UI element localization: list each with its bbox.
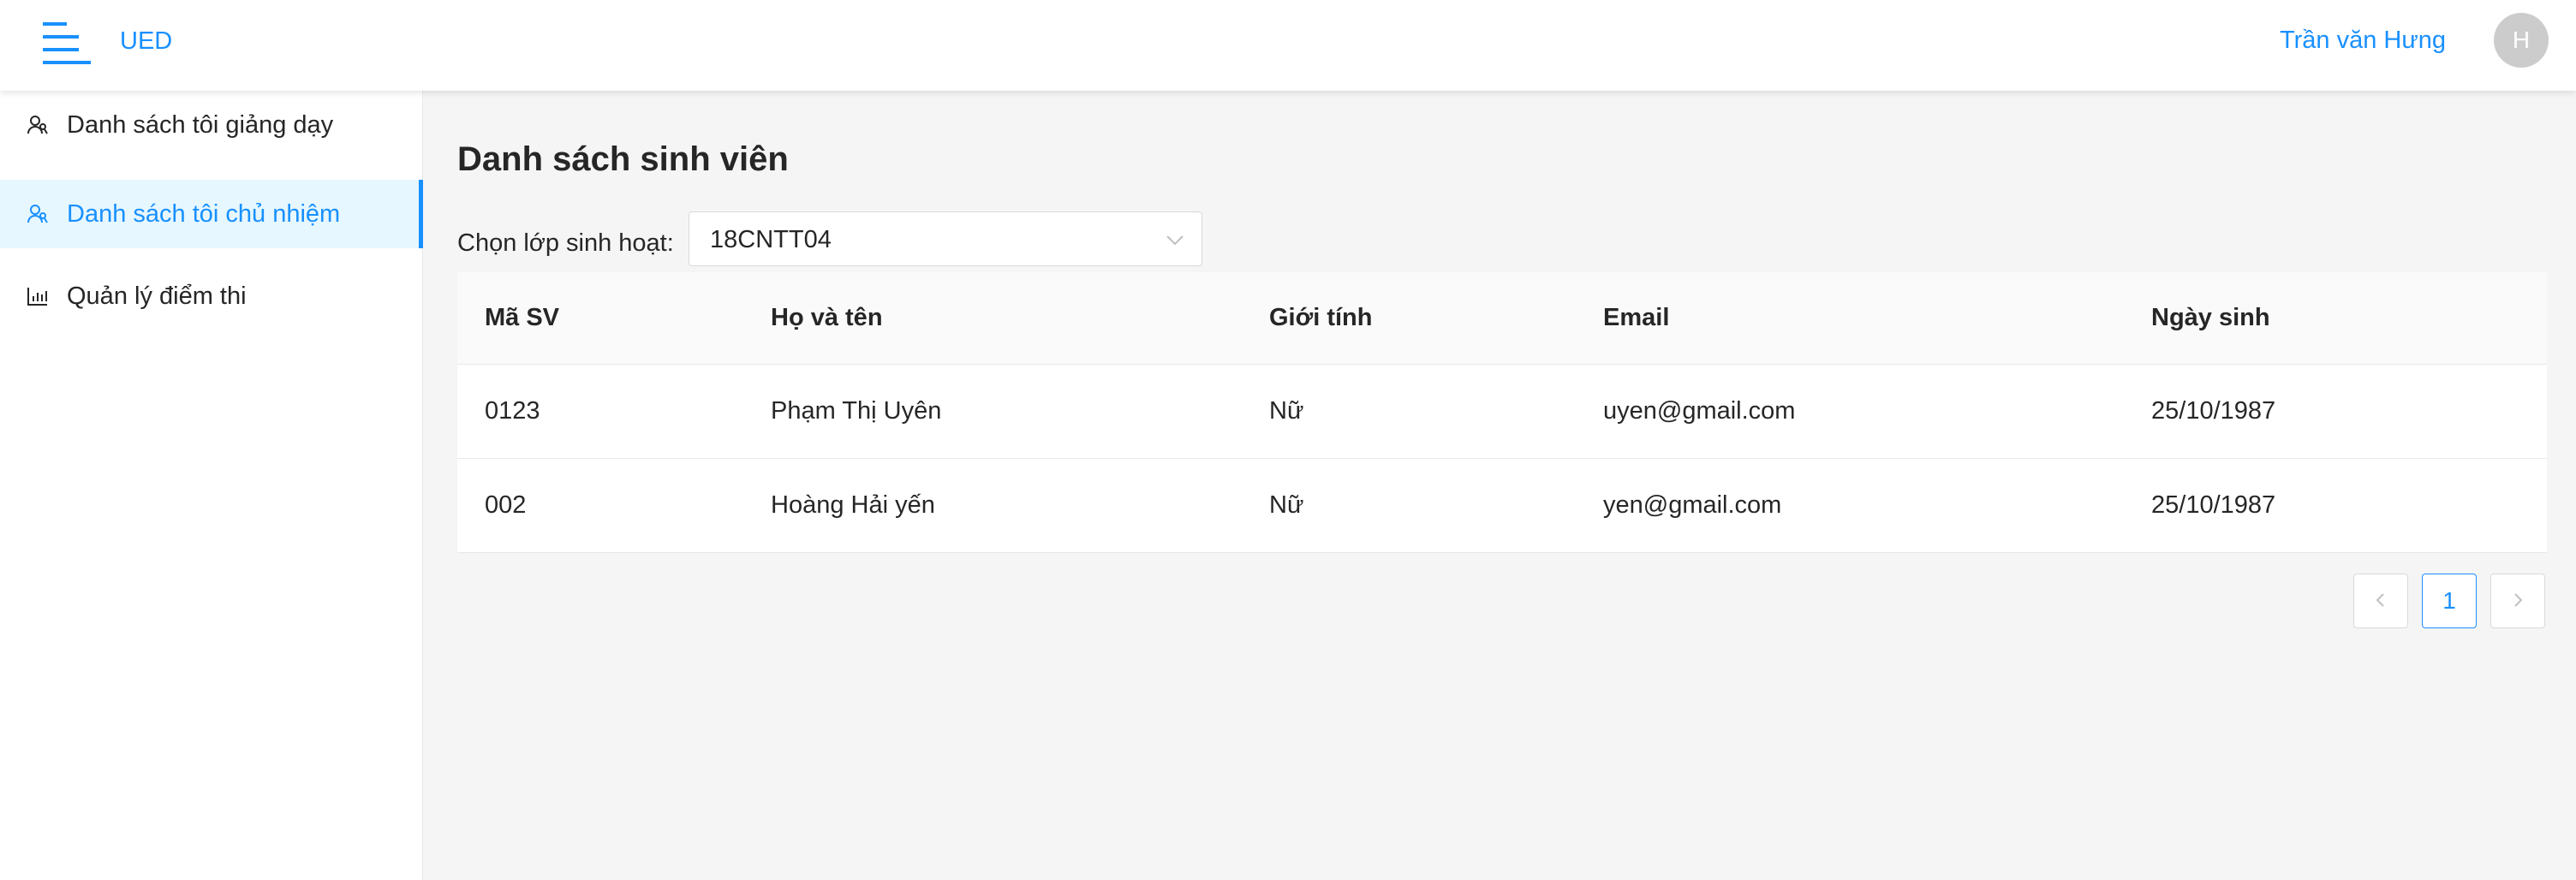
cell-full-name: Phạm Thị Uyên: [771, 397, 942, 425]
column-header-email[interactable]: Email: [1603, 272, 1669, 364]
column-header-gender[interactable]: Giới tính: [1269, 272, 1373, 364]
chevron-left-icon: [2372, 587, 2389, 615]
page-title: Danh sách sinh viên: [457, 140, 789, 178]
sidebar-item-label: Danh sách tôi giảng dạy: [67, 110, 334, 139]
student-table: Mã SV Họ và tên Giới tính Email Ngày sin…: [457, 272, 2547, 553]
cell-gender: Nữ: [1269, 397, 1304, 425]
column-header-student-id[interactable]: Mã SV: [485, 272, 559, 364]
table-row[interactable]: 0123 Phạm Thị Uyên Nữ uyen@gmail.com 25/…: [457, 365, 2547, 459]
chevron-down-icon: [1166, 231, 1184, 248]
user-name[interactable]: Trần văn Hưng: [2280, 25, 2446, 56]
cell-gender: Nữ: [1269, 491, 1304, 519]
chevron-right-icon: [2509, 587, 2526, 615]
top-header: UED Trần văn Hưng H: [0, 0, 2576, 91]
cell-student-id: 0123: [485, 397, 540, 425]
sidebar-item-label: Danh sách tôi chủ nhiệm: [67, 199, 341, 228]
page-1-button[interactable]: 1: [2422, 574, 2477, 628]
sidebar-item-teaching-list[interactable]: Danh sách tôi giảng dạy: [0, 91, 423, 159]
brand-logo-text[interactable]: UED: [120, 26, 172, 56]
sidebar-item-exam-scores[interactable]: Quản lý điểm thi: [0, 262, 423, 330]
users-icon: [26, 113, 50, 137]
sidebar-item-label: Quản lý điểm thi: [67, 282, 247, 310]
class-select-label: Chọn lớp sinh hoạt:: [457, 229, 674, 257]
next-page-button[interactable]: [2490, 574, 2545, 628]
column-header-birthdate[interactable]: Ngày sinh: [2151, 272, 2270, 364]
cell-full-name: Hoàng Hải yến: [771, 491, 935, 519]
table-row[interactable]: 002 Hoàng Hải yến Nữ yen@gmail.com 25/10…: [457, 459, 2547, 553]
cell-student-id: 002: [485, 491, 527, 519]
pagination: 1: [2353, 574, 2547, 628]
cell-email: uyen@gmail.com: [1603, 397, 1796, 425]
cell-birthdate: 25/10/1987: [2151, 397, 2276, 425]
class-select-value: 18CNTT04: [710, 226, 832, 253]
table-header: Mã SV Họ và tên Giới tính Email Ngày sin…: [457, 272, 2547, 365]
prev-page-button[interactable]: [2353, 574, 2408, 628]
bar-chart-icon: [26, 284, 50, 308]
class-select[interactable]: 18CNTT04: [689, 211, 1202, 266]
cell-email: yen@gmail.com: [1603, 491, 1782, 519]
cell-birthdate: 25/10/1987: [2151, 491, 2276, 519]
sidebar: Danh sách tôi giảng dạy Danh sách tôi ch…: [0, 91, 423, 880]
avatar[interactable]: H: [2494, 13, 2549, 68]
menu-toggle-icon[interactable]: [43, 22, 91, 65]
sidebar-item-homeroom-list[interactable]: Danh sách tôi chủ nhiệm: [0, 180, 423, 248]
column-header-full-name[interactable]: Họ và tên: [771, 272, 883, 364]
users-icon: [26, 202, 50, 226]
